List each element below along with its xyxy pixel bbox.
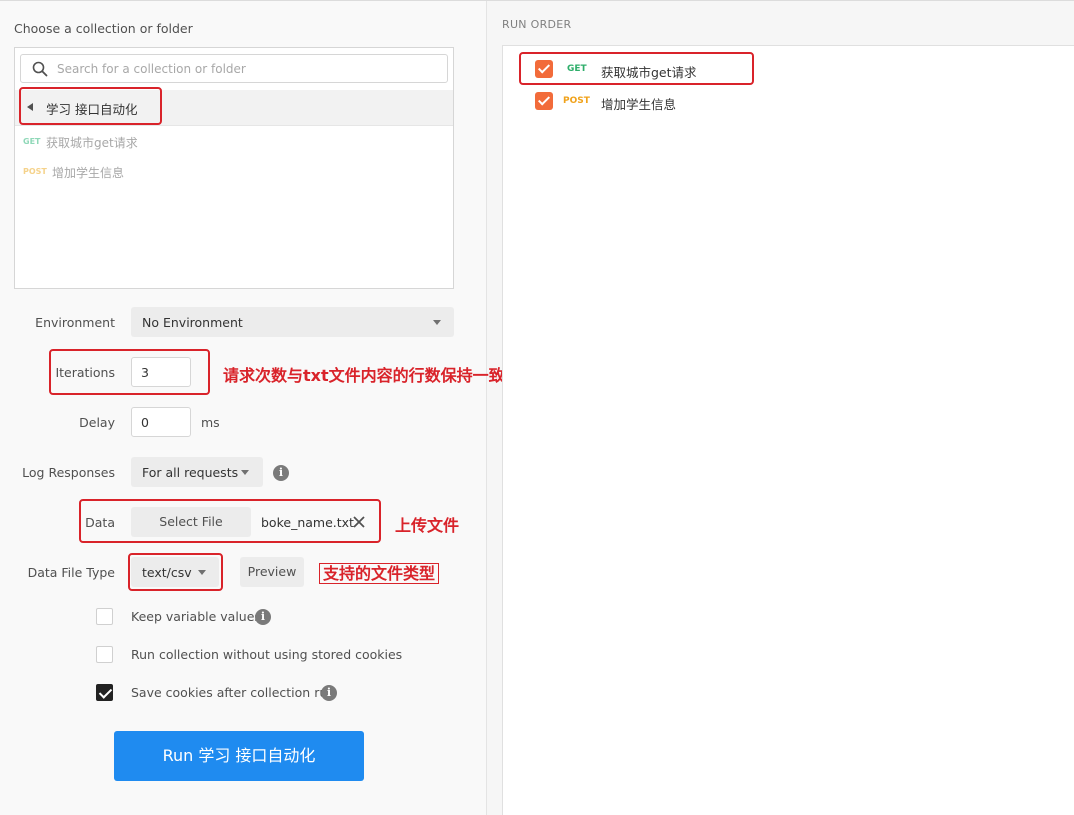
list-item[interactable]: GET 获取城市get请求 [15, 130, 453, 156]
request-method: POST [563, 96, 590, 106]
request-name[interactable]: 增加学生信息 [601, 94, 676, 113]
run-order-checkbox[interactable] [535, 92, 553, 110]
keep-variable-values-label: Keep variable values [131, 609, 261, 624]
annotation-box-run-order [519, 52, 754, 85]
log-responses-label: Log Responses [22, 465, 115, 480]
save-cookies-checkbox[interactable] [96, 684, 113, 701]
annotation-box-file-type [128, 553, 223, 591]
run-order-list [502, 45, 1074, 815]
delay-label: Delay [79, 415, 115, 430]
environment-label: Environment [35, 315, 115, 330]
upload-annotation: 上传文件 [395, 516, 460, 535]
preview-button[interactable]: Preview [240, 557, 304, 587]
info-icon[interactable]: i [255, 609, 271, 625]
data-file-type-label: Data File Type [27, 565, 115, 580]
environment-select[interactable]: No Environment [131, 307, 454, 337]
run-collection-button[interactable]: Run 学习 接口自动化 [114, 731, 364, 781]
annotation-box-iterations [49, 349, 210, 395]
environment-value: No Environment [142, 315, 243, 330]
info-icon[interactable]: i [321, 685, 337, 701]
annotation-box-data [79, 499, 381, 543]
log-responses-select[interactable]: For all requests [131, 457, 263, 487]
list-item[interactable]: POST 增加学生信息 [15, 160, 453, 186]
collection-browser: 学习 接口自动化 GET 获取城市get请求 POST 增加学生信息 [14, 47, 454, 289]
request-name: 增加学生信息 [52, 166, 125, 180]
collection-search[interactable] [20, 54, 448, 83]
file-types-annotation: 支持的文件类型 [319, 563, 440, 584]
no-stored-cookies-checkbox[interactable] [96, 646, 113, 663]
request-method: GET [23, 137, 41, 146]
save-cookies-label: Save cookies after collection run [131, 685, 336, 700]
run-order-title: RUN ORDER [502, 18, 572, 31]
no-stored-cookies-label: Run collection without using stored cook… [131, 647, 403, 662]
choose-collection-label: Choose a collection or folder [14, 21, 193, 36]
log-responses-value: For all requests [142, 465, 239, 480]
chevron-down-icon [241, 470, 249, 475]
top-border [0, 0, 1074, 1]
info-icon[interactable]: i [273, 465, 289, 481]
delay-unit: ms [201, 415, 220, 430]
keep-variable-values-checkbox[interactable] [96, 608, 113, 625]
search-input[interactable] [57, 60, 437, 78]
iterations-annotation: 请求次数与txt文件内容的行数保持一致 [223, 366, 505, 385]
request-name: 获取城市get请求 [46, 136, 138, 150]
annotation-box-folder [19, 87, 162, 125]
search-icon [32, 61, 48, 77]
chevron-down-icon [433, 320, 441, 325]
request-method: POST [23, 167, 47, 176]
delay-input[interactable] [131, 407, 191, 437]
